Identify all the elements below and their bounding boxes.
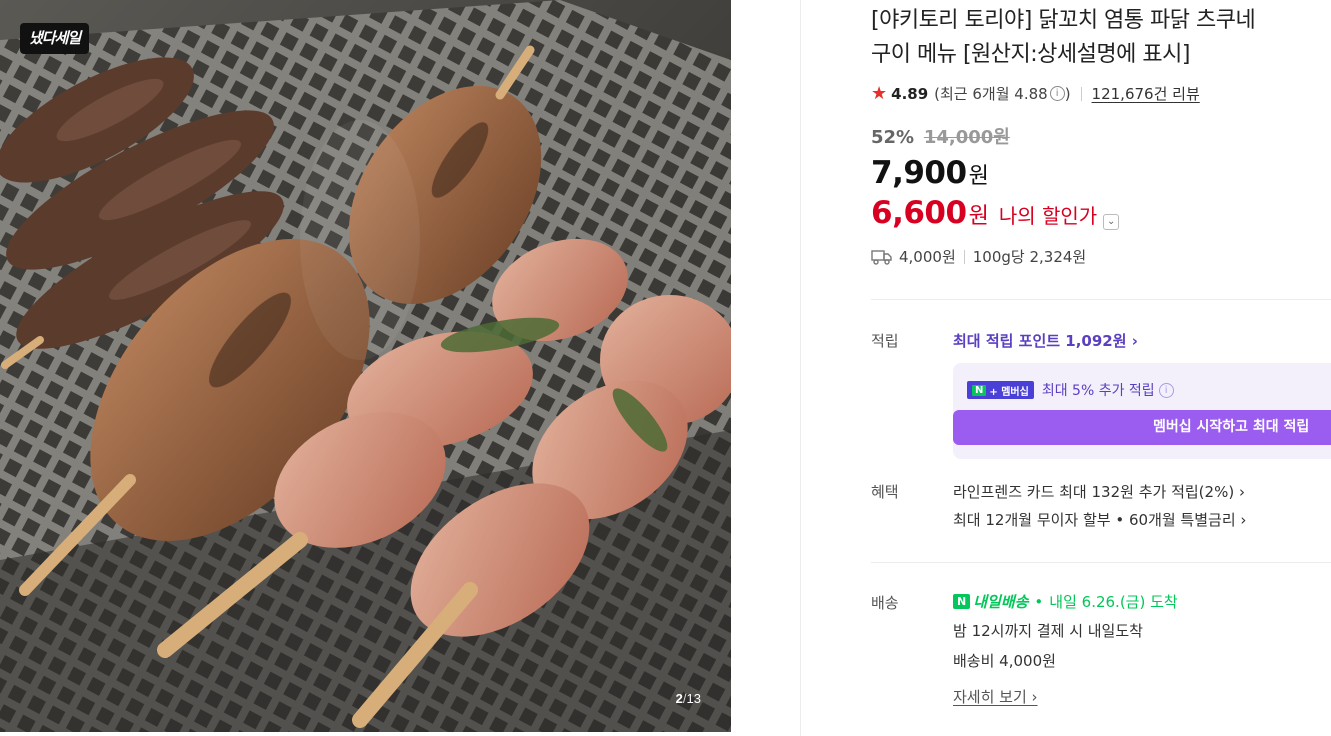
recent-rating: (최근 6개월 4.88: [934, 85, 1048, 103]
product-title-line2: 구이 메뉴 [원산지:상세설명에 표시]: [871, 42, 1190, 67]
benefits-label: 혜택: [871, 483, 899, 501]
image-counter-separator: /: [682, 691, 687, 706]
tomorrow-delivery-label: 내일배송: [973, 593, 1029, 611]
product-title-line1: [야키토리 토리야] 닭꼬치 염통 파닭 츠쿠네: [871, 8, 1256, 33]
delivery-fee: 배송비 4,000원: [953, 652, 1056, 670]
my-discount-price-unit: 원: [968, 204, 989, 229]
image-counter-total: 13: [686, 691, 701, 706]
rating-value: 4.89: [891, 84, 929, 103]
price-row: 7,900원: [871, 155, 989, 191]
membership-extra-text: 최대 5% 추가 적립: [1041, 383, 1155, 399]
column-divider: [800, 0, 801, 736]
sale-price-unit: 원: [968, 164, 989, 189]
my-discount-price: 6,600: [871, 195, 967, 231]
naver-n-icon: N: [953, 594, 971, 609]
rating-row: ★ 4.89 (최근 6개월 4.88 i ) 121,676건 리뷰: [871, 83, 1200, 104]
sale-badge: 냈다세일: [20, 23, 90, 54]
naver-n-icon: N: [972, 384, 987, 396]
membership-start-button[interactable]: 멤버십 시작하고 최대 적립: [953, 410, 1331, 445]
star-icon: ★: [871, 83, 888, 104]
info-icon[interactable]: i: [1049, 86, 1065, 101]
max-points-link[interactable]: 최대 적립 포인트 1,092원 ›: [953, 330, 1138, 351]
section-divider: [871, 299, 1331, 300]
grilled-skewers-illustration: [0, 0, 731, 732]
membership-extra-points: N + 멤버십 최대 5% 추가 적립 i: [967, 380, 1174, 400]
image-counter-current: 2: [675, 691, 683, 706]
my-discount-label: 나의 할인가: [998, 204, 1098, 228]
discount-row: 52% 14,000원: [871, 123, 1010, 149]
delivery-cutoff: 밤 12시까지 결제 시 내일도착: [953, 622, 1143, 640]
discount-rate: 52%: [871, 127, 915, 148]
review-count-link[interactable]: 121,676건 리뷰: [1092, 83, 1200, 104]
section-divider: [871, 562, 1331, 563]
delivery-label: 배송: [871, 594, 899, 612]
sale-price: 7,900: [871, 155, 967, 191]
image-counter: 2/13: [676, 691, 701, 706]
truck-icon: [871, 249, 892, 265]
membership-badge-label: + 멤버십: [989, 386, 1029, 398]
card-benefit-link[interactable]: 라인프렌즈 카드 최대 132원 추가 적립(2%) ›: [953, 481, 1245, 502]
separator: [963, 249, 965, 264]
recent-rating-close: ): [1064, 84, 1071, 103]
installment-benefit-link[interactable]: 최대 12개월 무이자 할부 • 60개월 특별금리 ›: [953, 509, 1246, 530]
info-icon[interactable]: i: [1158, 382, 1174, 398]
naver-plus-membership-badge: N + 멤버십: [967, 381, 1034, 399]
shipping-fee: 4,000원: [899, 248, 956, 266]
points-label: 적립: [871, 332, 899, 350]
product-title: [야키토리 토리야] 닭꼬치 염통 파닭 츠쿠네 구이 메뉴 [원산지:상세설명…: [871, 4, 1331, 72]
separator: [1080, 86, 1082, 101]
delivery-detail-link[interactable]: 자세히 보기 ›: [953, 686, 1038, 707]
chevron-down-icon[interactable]: ⌄: [1103, 214, 1120, 230]
shipping-summary: 4,000원 100g당 2,324원: [871, 246, 1086, 267]
membership-box: N + 멤버십 최대 5% 추가 적립 i 멤버십 시작하고 최대 적립: [953, 363, 1331, 459]
tomorrow-delivery-badge: N 내일배송: [953, 591, 1028, 612]
unit-price: 100g당 2,324원: [972, 248, 1087, 266]
arrival-date: 내일 6.26.(금) 도착: [1049, 593, 1178, 611]
my-price-row[interactable]: 6,600 원 나의 할인가 ⌄: [871, 195, 1120, 231]
original-price: 14,000원: [923, 127, 1010, 148]
product-image[interactable]: 냈다세일 2/13: [0, 0, 731, 732]
dot-separator: •: [1034, 592, 1044, 611]
delivery-arrival: N 내일배송 • 내일 6.26.(금) 도착: [953, 591, 1178, 612]
product-info: [야키토리 토리야] 닭꼬치 염통 파닭 츠쿠네 구이 메뉴 [원산지:상세설명…: [871, 0, 1331, 736]
